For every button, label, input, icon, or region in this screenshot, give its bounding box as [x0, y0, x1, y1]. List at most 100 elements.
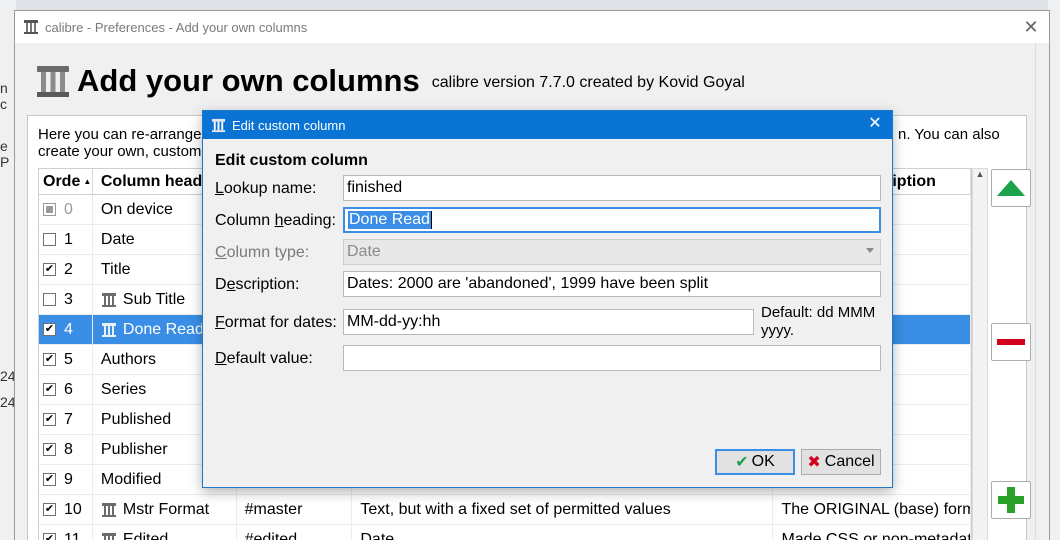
visibility-checkbox[interactable]: ✔ [43, 533, 56, 540]
visibility-checkbox[interactable]: ✔ [43, 413, 56, 426]
label-text: efault value: [226, 350, 313, 367]
window-close-icon[interactable]: ✕ [1019, 15, 1043, 39]
column-heading-text: Modified [100, 470, 162, 488]
table-row[interactable]: ✔ 11 Edited #edited Date Made CSS or non-meta… [39, 525, 971, 540]
order-number: 5 [64, 350, 73, 368]
add-column-button[interactable] [991, 481, 1031, 519]
intro-line1-end: n. You can also [898, 126, 1000, 143]
table-row[interactable]: ✔ 10 Mstr Format #master Text, but with a fi… [39, 495, 971, 525]
dialog-close-icon[interactable]: ✕ [864, 113, 886, 135]
order-cell[interactable]: ✔ 4 [39, 315, 93, 344]
header-label: Orde [43, 172, 81, 190]
calibre-icon [24, 20, 38, 34]
dialog-titlebar: Edit custom column ✕ [203, 111, 892, 139]
order-number: 4 [64, 320, 73, 338]
date-format-input[interactable]: MM-dd-yy:hh [343, 309, 754, 335]
order-cell[interactable]: ✔ 6 [39, 375, 93, 404]
table-scrollbar[interactable]: ▲ [972, 168, 988, 540]
description-cell: Made CSS or non-metadat [773, 525, 971, 540]
page-header: Add your own columns calibre version 7.7… [35, 63, 745, 99]
column-heading-text: Series [100, 380, 147, 398]
column-heading-text: Published [100, 410, 172, 428]
order-number: 3 [64, 290, 73, 308]
date-format-hint: Default: dd MMM yyyy. [761, 304, 876, 339]
type-cell: Date [352, 525, 774, 540]
header-label: Column head [100, 172, 203, 190]
order-cell[interactable]: ✔ 10 [39, 495, 93, 524]
column-heading-text: Mstr Format [122, 500, 210, 518]
label-text: olumn type: [226, 244, 310, 261]
visibility-checkbox[interactable] [43, 203, 56, 216]
label-mnemonic: L [215, 180, 224, 197]
label-text: D [215, 276, 227, 293]
ok-button[interactable]: ✔ OK [715, 449, 795, 475]
label-text: ormat for dates: [224, 314, 337, 331]
custom-column-icon [101, 532, 116, 540]
order-cell[interactable]: ✔ 9 [39, 465, 93, 494]
selected-text: Done Read [348, 211, 431, 229]
description-input[interactable]: Dates: 2000 are 'abandoned', 1999 have b… [343, 271, 881, 297]
label-text: scription: [235, 276, 300, 293]
visibility-checkbox[interactable]: ✔ [43, 383, 56, 396]
description-label: Description: [215, 276, 300, 294]
lookup-cell: #master [237, 495, 353, 524]
column-type-label: Column type: [215, 244, 309, 262]
custom-column-icon [101, 322, 116, 337]
order-cell[interactable]: ✔ 8 [39, 435, 93, 464]
column-heading-text: Date [100, 230, 135, 248]
default-value-label: Default value: [215, 350, 313, 368]
heading-cell: Mstr Format [93, 495, 237, 524]
order-number: 11 [64, 530, 81, 540]
remove-column-button[interactable] [991, 323, 1031, 361]
move-up-button[interactable] [991, 169, 1031, 207]
column-heading-text: Done Read [122, 320, 204, 338]
order-number: 7 [64, 410, 73, 428]
heading-cell: Edited [93, 525, 237, 540]
label-mnemonic: C [215, 244, 227, 261]
column-heading-input[interactable]: Done Read [343, 207, 881, 233]
order-cell[interactable]: ✔ 5 [39, 345, 93, 374]
visibility-checkbox[interactable]: ✔ [43, 263, 56, 276]
lookup-name-input[interactable]: finished [343, 175, 881, 201]
order-cell[interactable]: ✔ 11 [39, 525, 93, 540]
order-cell[interactable]: 1 [39, 225, 93, 254]
column-heading-label: Column heading: [215, 212, 336, 230]
scroll-up-arrow-icon[interactable]: ▲ [973, 169, 987, 179]
type-cell: Text, but with a fixed set of permitted … [352, 495, 774, 524]
column-heading-text: On device [100, 200, 173, 218]
order-cell[interactable]: ✔ 7 [39, 405, 93, 434]
column-heading-text: Sub Title [122, 290, 186, 308]
column-heading-text: Publisher [100, 440, 168, 458]
column-heading-text: Authors [100, 350, 157, 368]
column-type-select[interactable]: Date [343, 239, 881, 265]
visibility-checkbox[interactable]: ✔ [43, 443, 56, 456]
button-label: OK [751, 453, 775, 470]
chevron-down-icon [866, 248, 874, 253]
visibility-checkbox[interactable] [43, 293, 56, 306]
custom-column-icon [101, 502, 116, 517]
column-heading-text: Title [100, 260, 131, 278]
column-heading-text: Edited [122, 530, 169, 540]
window-scrollbar[interactable] [1035, 43, 1049, 540]
order-cell[interactable]: 0 [39, 195, 93, 224]
lookup-name-label: Lookup name: [215, 180, 316, 198]
default-value-input[interactable] [343, 345, 881, 371]
order-cell[interactable]: 3 [39, 285, 93, 314]
version-text: calibre version 7.7.0 created by Kovid G… [431, 74, 745, 91]
visibility-checkbox[interactable]: ✔ [43, 323, 56, 336]
select-value: Date [347, 243, 381, 260]
cross-icon: ✖ [807, 454, 821, 471]
column-header-order[interactable]: Orde ▲ [39, 169, 93, 194]
visibility-checkbox[interactable]: ✔ [43, 473, 56, 486]
window-title: calibre - Preferences - Add your own col… [45, 19, 308, 35]
page-title: Add your own columns [77, 63, 420, 98]
visibility-checkbox[interactable] [43, 233, 56, 246]
visibility-checkbox[interactable]: ✔ [43, 503, 56, 516]
order-number: 0 [64, 200, 73, 218]
order-cell[interactable]: ✔ 2 [39, 255, 93, 284]
dialog-title: Edit custom column [232, 117, 346, 133]
plus-icon [998, 487, 1024, 513]
cancel-button[interactable]: ✖ Cancel [801, 449, 881, 475]
visibility-checkbox[interactable]: ✔ [43, 353, 56, 366]
dialog-heading: Edit custom column [215, 152, 368, 169]
